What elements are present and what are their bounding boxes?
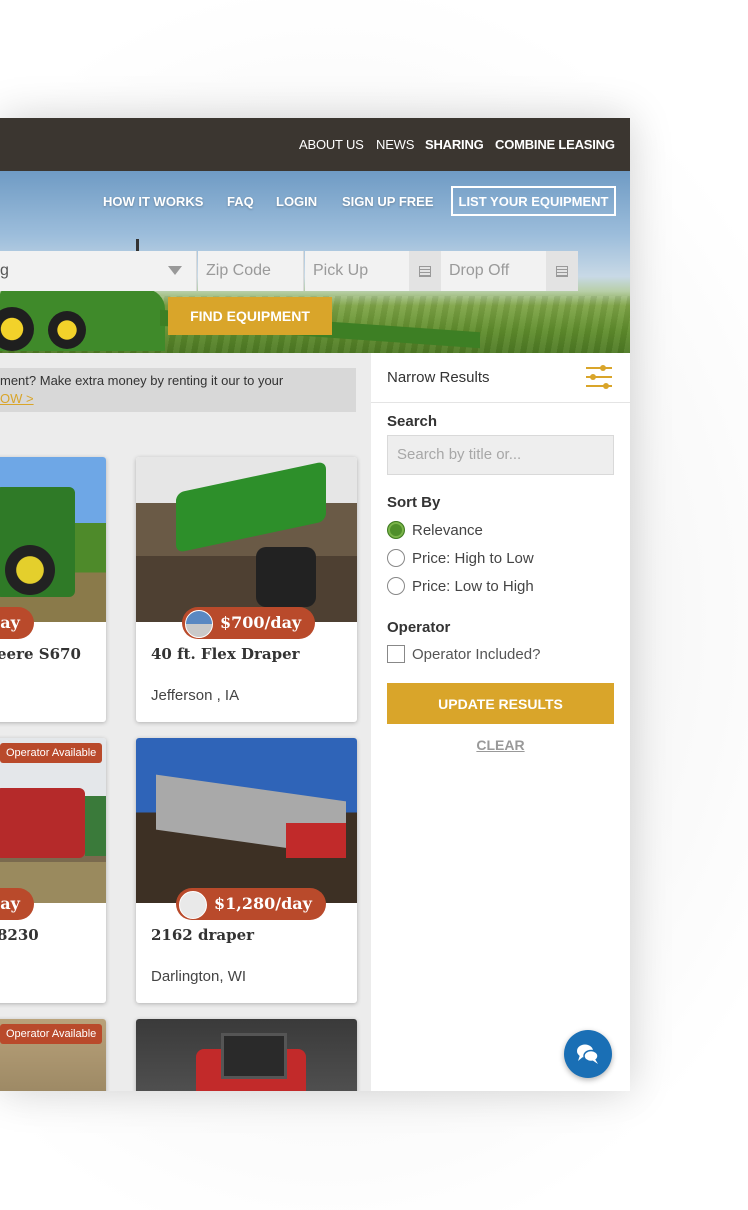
operator-checkbox-label: Operator Included? xyxy=(412,645,541,663)
listing-card[interactable]: Operator Available xyxy=(0,1019,106,1091)
operator-checkbox[interactable] xyxy=(387,645,405,663)
filter-sliders-icon[interactable] xyxy=(584,363,614,391)
price-badge: $700/day xyxy=(182,607,316,639)
listing-card[interactable] xyxy=(136,1019,357,1091)
pickup-placeholder: Pick Up xyxy=(313,262,369,279)
operator-included-option[interactable]: Operator Included? xyxy=(387,645,540,663)
listing-photo xyxy=(136,1019,357,1091)
tractor-cab xyxy=(221,1033,287,1079)
nav-sign-up[interactable]: SIGN UP FREE xyxy=(342,194,434,209)
listing-title: eere S670 xyxy=(0,645,81,663)
calendar-icon xyxy=(419,265,431,277)
hero-banner: HOW IT WORKS FAQ LOGIN SIGN UP FREE LIST… xyxy=(0,171,630,353)
listing-location: Darlington, WI xyxy=(151,968,247,985)
nav-combine-leasing[interactable]: COMBINE LEASING xyxy=(495,137,615,152)
draper-tire xyxy=(256,547,316,607)
listing-photo xyxy=(136,738,357,903)
listing-photo xyxy=(0,457,106,622)
operator-label: Operator xyxy=(387,619,451,636)
browser-window: ABOUT US NEWS SHARING COMBINE LEASING HO… xyxy=(0,118,630,1091)
top-nav-bar: ABOUT US NEWS SHARING COMBINE LEASING xyxy=(0,118,630,171)
zip-placeholder: Zip Code xyxy=(206,262,271,279)
narrow-results-sidebar: Narrow Results Search Search by title or… xyxy=(371,353,630,1091)
listing-title: 40 ft. Flex Draper xyxy=(151,645,300,663)
radio-unselected[interactable] xyxy=(387,577,405,595)
price-badge: $1,280/day xyxy=(176,888,326,920)
chevron-down-icon xyxy=(168,266,182,275)
draper-shape xyxy=(176,461,326,553)
price-badge: 00/day xyxy=(0,607,34,639)
sidebar-search-input[interactable]: Search by title or... xyxy=(387,435,614,475)
dropoff-date-input[interactable]: Drop Off xyxy=(441,251,546,291)
radio-selected[interactable] xyxy=(387,521,405,539)
listing-location: Jefferson , IA xyxy=(151,687,240,704)
pickup-calendar-button[interactable] xyxy=(409,251,441,291)
update-results-button[interactable]: UPDATE RESULTS xyxy=(387,683,614,724)
cart-shape xyxy=(85,796,106,856)
sidebar-title: Narrow Results xyxy=(387,369,490,386)
nav-faq[interactable]: FAQ xyxy=(227,194,254,209)
draper-red-section xyxy=(286,823,346,858)
sort-option-label: Price: Low to High xyxy=(412,577,534,595)
combine-shape xyxy=(0,788,85,858)
search-placeholder: Search by title or... xyxy=(397,446,522,463)
chat-button[interactable] xyxy=(564,1030,612,1078)
price-text: 30/day xyxy=(0,894,20,913)
nav-login[interactable]: LOGIN xyxy=(276,194,317,209)
sort-option-high-to-low[interactable]: Price: High to Low xyxy=(387,548,534,568)
listing-card[interactable]: Operator Available 30/day 8230 xyxy=(0,738,106,1003)
price-badge: 30/day xyxy=(0,888,34,920)
sort-option-low-to-high[interactable]: Price: Low to High xyxy=(387,576,534,596)
dropoff-calendar-button[interactable] xyxy=(546,251,578,291)
sort-by-label: Sort By xyxy=(387,494,441,511)
nav-news[interactable]: NEWS xyxy=(376,137,414,152)
nav-about-us[interactable]: ABOUT US xyxy=(299,137,364,152)
promo-link[interactable]: OW > xyxy=(0,391,34,406)
listing-title: 8230 xyxy=(0,926,39,944)
category-select[interactable]: g xyxy=(0,251,197,291)
operator-available-badge: Operator Available xyxy=(0,1024,103,1044)
price-text: $1,280/day xyxy=(214,894,312,913)
listing-card[interactable]: 00/day eere S670 xyxy=(0,457,106,722)
promo-text: ment? Make extra money by renting it our… xyxy=(0,373,284,388)
dropoff-placeholder: Drop Off xyxy=(449,262,510,279)
sort-option-relevance[interactable]: Relevance xyxy=(387,520,483,540)
listing-photo xyxy=(136,457,357,622)
clear-link[interactable]: CLEAR xyxy=(387,737,614,753)
price-text: $700/day xyxy=(220,613,302,632)
nav-sharing[interactable]: SHARING xyxy=(425,137,484,152)
owner-avatar xyxy=(179,891,207,919)
nav-how-it-works[interactable]: HOW IT WORKS xyxy=(103,194,203,209)
sidebar-header: Narrow Results xyxy=(371,353,630,403)
owner-avatar xyxy=(185,610,213,638)
tractor-antenna xyxy=(136,239,139,251)
sort-option-label: Price: High to Low xyxy=(412,549,534,567)
search-label: Search xyxy=(387,413,438,430)
price-text: 00/day xyxy=(0,613,20,632)
listing-title: 2162 draper xyxy=(151,926,255,944)
radio-unselected[interactable] xyxy=(387,549,405,567)
chat-icon xyxy=(577,1044,599,1064)
promo-banner: ment? Make extra money by renting it our… xyxy=(0,368,356,412)
operator-available-badge: Operator Available xyxy=(0,743,103,763)
calendar-icon xyxy=(556,265,568,277)
sort-option-label: Relevance xyxy=(412,521,483,539)
combine-wheel xyxy=(5,545,55,595)
listing-card[interactable]: $1,280/day 2162 draper Darlington, WI xyxy=(136,738,357,1003)
pickup-date-input[interactable]: Pick Up xyxy=(305,251,409,291)
listing-card[interactable]: $700/day 40 ft. Flex Draper Jefferson , … xyxy=(136,457,357,722)
zip-code-input[interactable]: Zip Code xyxy=(198,251,304,291)
tractor-wheel xyxy=(48,311,86,349)
list-equipment-button[interactable]: LIST YOUR EQUIPMENT xyxy=(451,186,616,216)
find-equipment-button[interactable]: FIND EQUIPMENT xyxy=(168,297,332,335)
category-value: g xyxy=(0,262,9,279)
